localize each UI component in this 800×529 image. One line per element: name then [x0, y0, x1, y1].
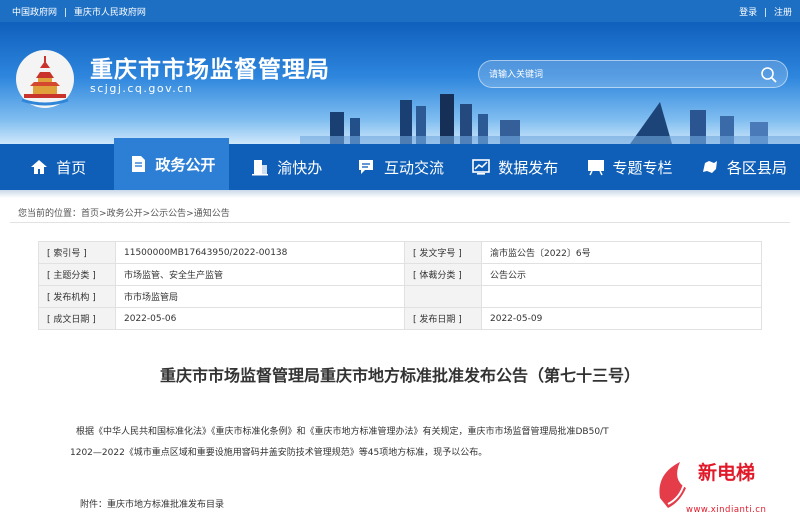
document-body: 根据《中华人民共和国标准化法》《重庆市标准化条例》和《重庆市地方标准管理办法》有… [70, 422, 716, 464]
main-nav: 首页 政务公开 渝快办 互动交流 数据发布 专题专栏 各区县局 [0, 138, 800, 190]
map-icon [699, 156, 721, 178]
breadcrumb-notices[interactable]: 通知公告 [194, 209, 230, 219]
empty-value [481, 285, 762, 308]
building-icon [249, 156, 271, 178]
breadcrumb-open-government[interactable]: 政务公开 [107, 209, 143, 219]
document-title: 重庆市市场监督管理局重庆市地方标准批准发布公告（第七十三号） [159, 366, 640, 385]
watermark-url: www.xindianti.cn [686, 505, 767, 515]
nav-label: 渝快办 [277, 158, 323, 177]
table-row: [ 发布机构 ] 市市场监管局 [38, 285, 762, 308]
chat-icon [356, 156, 378, 178]
register-link[interactable]: 注册 [774, 8, 792, 18]
publisher-label: [ 发布机构 ] [38, 285, 116, 308]
breadcrumb-prefix: 您当前的位置： [18, 209, 82, 219]
nav-item-open-government[interactable]: 政务公开 [114, 138, 229, 190]
written-date-value: 2022-05-06 [115, 307, 405, 330]
nav-label: 互动交流 [383, 158, 444, 177]
cq-gov-link[interactable]: 重庆市人民政府网 [74, 8, 146, 18]
auth-links: 登录 | 注册 [739, 5, 792, 18]
top-bar: 中国政府网 | 重庆市人民政府网 登录 | 注册 [0, 0, 800, 22]
home-icon [28, 156, 50, 178]
gov-portal-link[interactable]: 中国政府网 [12, 8, 57, 18]
nav-label: 各区县局 [726, 158, 787, 177]
publisher-value: 市市场监管局 [115, 285, 405, 308]
search-button[interactable] [759, 65, 779, 85]
login-link[interactable]: 登录 [739, 8, 757, 18]
search-box [478, 60, 788, 88]
nav-label: 专题专栏 [612, 158, 673, 177]
topic-category-value: 市场监管、安全生产监管 [115, 263, 405, 286]
breadcrumb-separator: > [99, 209, 107, 219]
topic-category-label: [ 主题分类 ] [38, 263, 116, 286]
nav-item-district-bureaus[interactable]: 各区县局 [686, 144, 800, 190]
search-input[interactable] [489, 65, 749, 85]
attachment-link[interactable]: 附件：重庆市地方标准批准发布目录 [80, 497, 224, 510]
nav-label: 数据发布 [498, 158, 559, 177]
breadcrumb-home[interactable]: 首页 [81, 209, 99, 219]
nav-label: 首页 [56, 158, 87, 177]
body-paragraph-line: 1202—2022《城市重点区域和重要设施用窨码井盖安防技术管理规范》等45项地… [70, 448, 488, 458]
nav-item-home[interactable]: 首页 [0, 144, 114, 190]
header-banner: 重庆市市场监督管理局 scjgj.cq.gov.cn [0, 22, 800, 144]
empty-label [404, 285, 482, 308]
city-skyline-image [300, 94, 800, 144]
nav-item-yukuaiban[interactable]: 渝快办 [229, 144, 343, 190]
table-row: [ 索引号 ] 11500000MB17643950/2022-00138 [ … [38, 241, 762, 264]
publish-date-label: [ 发布日期 ] [404, 307, 482, 330]
nav-item-special-topics[interactable]: 专题专栏 [571, 144, 685, 190]
nav-item-interaction[interactable]: 互动交流 [343, 144, 457, 190]
nav-label: 政务公开 [155, 155, 216, 174]
divider [10, 222, 790, 223]
chart-icon [470, 156, 492, 178]
document-number-label: [ 发文字号 ] [404, 241, 482, 264]
index-number-value: 11500000MB17643950/2022-00138 [115, 241, 405, 264]
body-paragraph-line: 根据《中华人民共和国标准化法》《重庆市标准化条例》和《重庆市地方标准管理办法》有… [76, 427, 609, 437]
nav-shadow [0, 190, 800, 198]
top-separator: | [63, 8, 67, 18]
breadcrumb-separator: > [142, 209, 151, 219]
genre-category-label: [ 体裁分类 ] [404, 263, 482, 286]
index-number-label: [ 索引号 ] [38, 241, 116, 264]
magnifier-icon [761, 67, 777, 83]
table-row: [ 成文日期 ] 2022-05-06 [ 发布日期 ] 2022-05-09 [38, 307, 762, 330]
site-domain: scjgj.cq.gov.cn [90, 82, 194, 95]
breadcrumb-separator: > [186, 209, 194, 219]
board-icon [585, 156, 607, 178]
document-number-value: 渝市监公告〔2022〕6号 [481, 241, 762, 264]
chongqing-landmark-logo [16, 50, 74, 108]
written-date-label: [ 成文日期 ] [38, 307, 116, 330]
watermark-text: 新电梯 [698, 462, 756, 484]
site-title: 重庆市市场监督管理局 [90, 57, 330, 83]
publish-date-value: 2022-05-09 [481, 307, 762, 330]
breadcrumb: 您当前的位置：首页>政务公开>公示公告>通知公告 [18, 206, 230, 219]
document-info-table: [ 索引号 ] 11500000MB17643950/2022-00138 [ … [38, 241, 762, 330]
breadcrumb-announcements[interactable]: 公示公告 [150, 209, 186, 219]
top-links: 中国政府网 | 重庆市人民政府网 [12, 5, 146, 18]
table-row: [ 主题分类 ] 市场监管、安全生产监管 [ 体裁分类 ] 公告公示 [38, 263, 762, 286]
nav-item-data-release[interactable]: 数据发布 [457, 144, 571, 190]
document-icon [127, 153, 149, 175]
genre-category-value: 公告公示 [481, 263, 762, 286]
auth-separator: | [764, 8, 768, 18]
